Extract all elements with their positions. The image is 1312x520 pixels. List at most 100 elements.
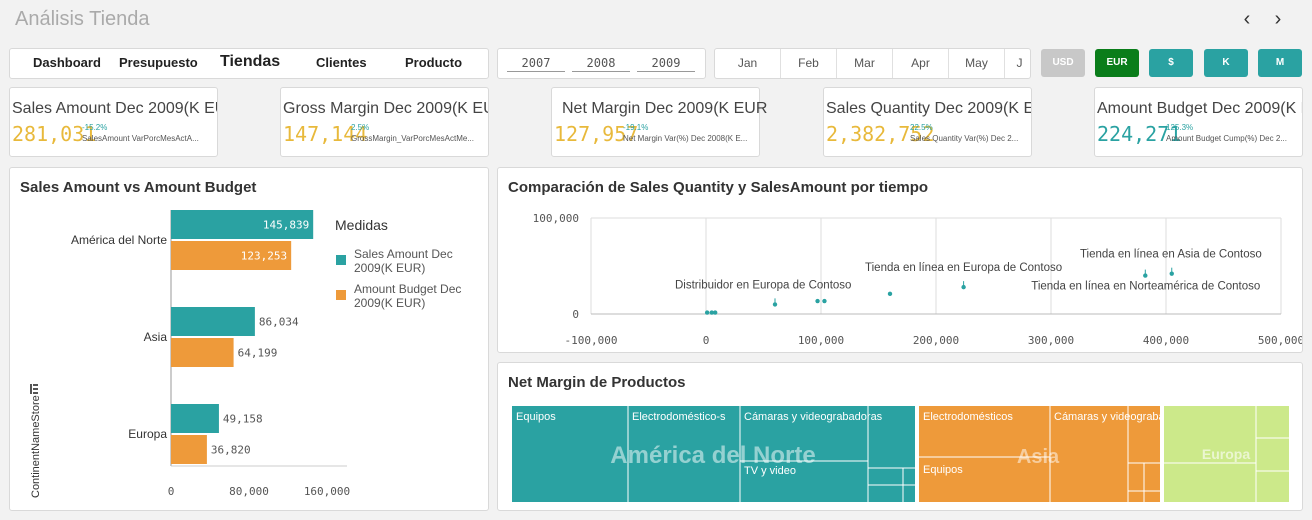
kpi-gross-margin[interactable]: Gross Margin Dec 2009(K EUR) 147,144 2.5… (280, 87, 489, 157)
bar-value-label: 64,199 (238, 347, 278, 360)
kpi-title: Sales Quantity Dec 2009(K E... (826, 100, 1031, 117)
legend-swatch-budget (336, 290, 346, 300)
scatter-chart[interactable]: -100,000 0 100,000 200,000 300,000 400,000 500… (498, 168, 1302, 352)
kpi-pct: 125.3% (1166, 123, 1194, 132)
kpi-title: Gross Margin Dec 2009(K EUR) (283, 100, 488, 117)
dollar-button[interactable]: $ (1149, 49, 1193, 77)
kpi-sub: Amount Budget Cump(%) Dec 2... (1166, 134, 1287, 143)
scatter-point[interactable] (887, 291, 893, 297)
legend-swatch-sales (336, 255, 346, 265)
month-jun[interactable]: J (1004, 49, 1030, 78)
x-tick-label: 100,000 (798, 334, 844, 347)
treemap-cell-camaras[interactable]: Cámaras y videograbadoras (744, 411, 883, 423)
kpi-sub: SalesAmount VarPorcMesActA... (82, 134, 199, 143)
kpi-pct: -19.1% (623, 123, 649, 132)
scatter-point-label: Distribuidor en Europa de Contoso (675, 279, 851, 291)
bar-value-label: 145,839 (263, 219, 309, 232)
month-may[interactable]: May (948, 49, 1004, 78)
scatter-point[interactable] (1143, 273, 1148, 278)
y-tick-label: 100,000 (533, 212, 579, 225)
bar-category-label: Asia (144, 330, 168, 344)
kpi-sales-amount[interactable]: Sales Amount Dec 2009(K EU... 281,031 -1… (9, 87, 218, 157)
legend-title: Medidas (335, 217, 388, 233)
legend-item-sales[interactable]: Sales Amount Dec 2009(K EUR) (354, 247, 453, 275)
month-jan[interactable]: Jan (715, 49, 780, 78)
kpi-title: Sales Amount Dec 2009(K EU... (12, 100, 217, 117)
x-tick-label: 400,000 (1143, 334, 1189, 347)
treemap-cell-equipos[interactable]: Equipos (516, 411, 556, 423)
bar-category-label: América del Norte (71, 233, 167, 247)
x-tick-label: 80,000 (229, 485, 269, 498)
treemap-panel[interactable]: Net Margin de Productos Equipos Electrod… (497, 362, 1303, 511)
tab-presupuesto[interactable]: Presupuesto (119, 55, 198, 70)
legend-item-budget[interactable]: Amount Budget Dec 2009(K EUR) (354, 282, 461, 310)
tab-producto[interactable]: Producto (405, 55, 462, 70)
treemap-group-america[interactable]: Equipos Electrodoméstico-s Cámaras y vid… (512, 406, 915, 502)
kpi-pct: 22.5% (910, 123, 933, 132)
kpi-pct: -15.2% (82, 123, 108, 132)
treemap-group-asia[interactable]: Electrodomésticos Cámaras y videograba-d… (919, 406, 1196, 502)
eur-button[interactable]: EUR (1095, 49, 1139, 77)
treemap-group-europa[interactable]: Europa (1164, 406, 1289, 502)
bar-chart-panel[interactable]: Sales Amount vs Amount Budget ContinentN… (9, 167, 489, 511)
scatter-point[interactable] (704, 310, 710, 315)
treemap-group-label-asia: Asia (1017, 446, 1060, 468)
year-filter: 2007 2008 2009 (497, 48, 706, 79)
treemap-cell-asia-electrodomesticos[interactable]: Electrodomésticos (923, 411, 1013, 423)
scatter-point[interactable] (961, 284, 966, 290)
kpi-net-margin[interactable]: Net Margin Dec 2009(K EUR) 127,957 -19.1… (551, 87, 767, 157)
bar-chart[interactable]: ContinentNameStore Medidas Sales Amount … (10, 168, 488, 510)
chevron-left-icon[interactable]: ‹ (1237, 8, 1257, 30)
month-apr[interactable]: Apr (892, 49, 948, 78)
x-tick-label: 500,000 (1258, 334, 1302, 347)
x-tick-label: 200,000 (913, 334, 959, 347)
year-2009[interactable]: 2009 (637, 56, 695, 72)
x-tick-label: 0 (168, 485, 175, 498)
bar-value-label: 49,158 (223, 413, 263, 426)
tab-tiendas[interactable]: Tiendas (220, 53, 280, 71)
month-mar[interactable]: Mar (836, 49, 892, 78)
kpi-pct: 2.5% (351, 123, 370, 132)
usd-button[interactable]: USD (1041, 49, 1085, 77)
bar[interactable] (171, 435, 207, 464)
scatter-point[interactable] (772, 302, 778, 307)
dimension-icon (30, 384, 38, 394)
kpi-title: Amount Budget Dec 2009(K E... (1097, 100, 1302, 117)
scatter-point[interactable] (815, 298, 820, 304)
year-2008[interactable]: 2008 (572, 56, 630, 72)
treemap-group-label-america: América del Norte (610, 442, 815, 469)
scatter-point-label: Tienda en línea en Europa de Contoso (865, 262, 1062, 274)
bar[interactable] (171, 338, 234, 367)
scatter-point-label: Tienda en línea en Asia de Contoso (1080, 249, 1262, 261)
tab-dashboard[interactable]: Dashboard (33, 55, 101, 70)
treemap-cell-electrodomesticos[interactable]: Electrodoméstico-s (632, 411, 726, 423)
bar[interactable] (171, 404, 219, 433)
treemap-cell-asia-equipos[interactable]: Equipos (923, 464, 963, 476)
scatter-chart-panel[interactable]: Comparación de Sales Quantity y SalesAmo… (497, 167, 1303, 353)
kpi-sub: GrossMargin_VarPorcMesActMe... (351, 134, 474, 143)
scatter-point[interactable] (822, 298, 827, 304)
x-tick-label: 160,000 (304, 485, 350, 498)
sheet-nav: Dashboard Presupuesto Tiendas Clientes P… (9, 48, 489, 79)
chevron-right-icon[interactable]: › (1268, 8, 1288, 30)
year-2007[interactable]: 2007 (507, 56, 565, 72)
thousands-button[interactable]: K (1204, 49, 1248, 77)
month-feb[interactable]: Feb (780, 49, 836, 78)
kpi-sub: Sales Quantity Var(%) Dec 2... (910, 134, 1019, 143)
bar-category-label: Europa (128, 427, 167, 441)
kpi-amount-budget[interactable]: Amount Budget Dec 2009(K E... 224,271 12… (1094, 87, 1303, 157)
x-tick-label: -100,000 (565, 334, 618, 347)
scatter-point-label: Tienda en línea en Norteamérica de Conto… (1031, 281, 1260, 293)
treemap-group-label-europa: Europa (1202, 446, 1250, 462)
y-tick-label: 0 (572, 308, 579, 321)
scatter-point[interactable] (1169, 271, 1174, 276)
bar[interactable] (171, 307, 255, 336)
x-tick-label: 0 (703, 334, 710, 347)
millions-button[interactable]: M (1258, 49, 1302, 77)
tab-clientes[interactable]: Clientes (316, 55, 367, 70)
treemap-chart[interactable]: Equipos Electrodoméstico-s Cámaras y vid… (498, 363, 1302, 510)
bar-chart-ylabel: ContinentNameStore (30, 395, 42, 498)
kpi-sub: Net Margin Var(%) Dec 2008(K E... (623, 134, 748, 143)
kpi-sales-quantity[interactable]: Sales Quantity Dec 2009(K E... 2,382,752… (823, 87, 1032, 157)
scatter-point[interactable] (713, 310, 718, 315)
